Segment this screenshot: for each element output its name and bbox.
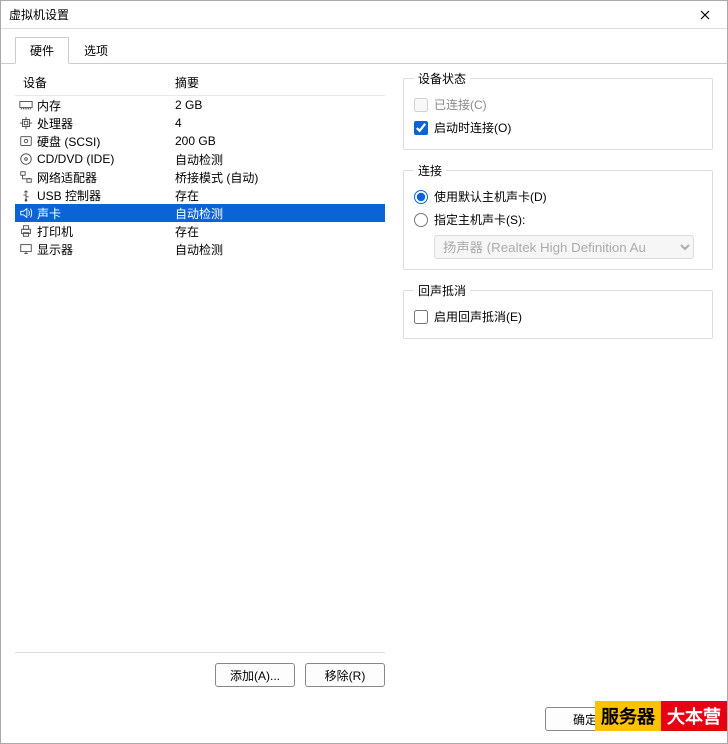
connect-on-start-label: 启动时连接(O) xyxy=(434,119,511,136)
device-list-header: 设备 摘要 xyxy=(15,72,385,96)
net-icon xyxy=(17,168,35,186)
echo-label: 启用回声抵消(E) xyxy=(434,308,522,325)
connect-on-start-checkbox[interactable] xyxy=(414,121,428,135)
device-summary: 存在 xyxy=(175,187,199,204)
device-summary: 2 GB xyxy=(175,98,202,112)
device-name: 硬盘 (SCSI) xyxy=(35,133,175,150)
device-name: 显示器 xyxy=(35,241,175,258)
usb-icon xyxy=(17,186,35,204)
device-status-legend: 设备状态 xyxy=(414,70,470,87)
device-name: 处理器 xyxy=(35,115,175,132)
device-row-disk[interactable]: 硬盘 (SCSI)200 GB xyxy=(15,132,385,150)
device-summary: 桥接模式 (自动) xyxy=(175,169,258,186)
device-row-usb[interactable]: USB 控制器存在 xyxy=(15,186,385,204)
use-default-label: 使用默认主机声卡(D) xyxy=(434,188,547,205)
device-status-group: 设备状态 已连接(C) 启动时连接(O) xyxy=(403,70,713,150)
specify-row[interactable]: 指定主机声卡(S): xyxy=(414,208,702,231)
cd-icon xyxy=(17,150,35,168)
header-device: 设备 xyxy=(23,74,175,91)
close-button[interactable] xyxy=(683,1,727,29)
echo-checkbox[interactable] xyxy=(414,310,428,324)
close-icon xyxy=(700,10,710,20)
connected-label: 已连接(C) xyxy=(434,96,487,113)
titlebar: 虚拟机设置 xyxy=(1,1,727,29)
specify-radio[interactable] xyxy=(414,213,428,227)
device-row-cd[interactable]: CD/DVD (IDE)自动检测 xyxy=(15,150,385,168)
connection-group: 连接 使用默认主机声卡(D) 指定主机声卡(S): 扬声器 (Realtek H… xyxy=(403,162,713,270)
connected-checkbox xyxy=(414,98,428,112)
device-name: 打印机 xyxy=(35,223,175,240)
device-row-net[interactable]: 网络适配器桥接模式 (自动) xyxy=(15,168,385,186)
device-pane: 设备 摘要 内存2 GB处理器4硬盘 (SCSI)200 GBCD/DVD (I… xyxy=(15,64,385,687)
specify-label: 指定主机声卡(S): xyxy=(434,211,525,228)
connected-row: 已连接(C) xyxy=(414,93,702,116)
window-title: 虚拟机设置 xyxy=(9,6,69,23)
echo-group: 回声抵消 启用回声抵消(E) xyxy=(403,282,713,339)
cpu-icon xyxy=(17,114,35,132)
device-row-memory[interactable]: 内存2 GB xyxy=(15,96,385,114)
tab-options[interactable]: 选项 xyxy=(69,37,123,63)
echo-legend: 回声抵消 xyxy=(414,282,470,299)
watermark: 服务器 大本营 xyxy=(595,701,727,731)
use-default-radio[interactable] xyxy=(414,190,428,204)
display-icon xyxy=(17,240,35,258)
disk-icon xyxy=(17,132,35,150)
device-row-cpu[interactable]: 处理器4 xyxy=(15,114,385,132)
tab-hardware[interactable]: 硬件 xyxy=(15,37,69,64)
detail-pane: 设备状态 已连接(C) 启动时连接(O) 连接 使用默认主机声卡(D) xyxy=(403,64,713,687)
device-summary: 自动检测 xyxy=(175,151,223,168)
device-name: USB 控制器 xyxy=(35,187,175,204)
device-list[interactable]: 内存2 GB处理器4硬盘 (SCSI)200 GBCD/DVD (IDE)自动检… xyxy=(15,96,385,653)
device-name: 内存 xyxy=(35,97,175,114)
tabs: 硬件 选项 xyxy=(1,29,727,63)
device-name: 网络适配器 xyxy=(35,169,175,186)
add-button[interactable]: 添加(A)... xyxy=(215,663,295,687)
printer-icon xyxy=(17,222,35,240)
device-row-sound[interactable]: 声卡自动检测 xyxy=(15,204,385,222)
echo-row[interactable]: 启用回声抵消(E) xyxy=(414,305,702,328)
device-summary: 200 GB xyxy=(175,134,216,148)
device-name: 声卡 xyxy=(35,205,175,222)
header-summary: 摘要 xyxy=(175,74,199,91)
device-summary: 自动检测 xyxy=(175,205,223,222)
watermark-b: 大本营 xyxy=(661,701,727,731)
connection-legend: 连接 xyxy=(414,162,446,179)
device-row-display[interactable]: 显示器自动检测 xyxy=(15,240,385,258)
sound-icon xyxy=(17,204,35,222)
memory-icon xyxy=(17,96,35,114)
watermark-a: 服务器 xyxy=(595,701,661,731)
remove-button[interactable]: 移除(R) xyxy=(305,663,385,687)
device-summary: 存在 xyxy=(175,223,199,240)
device-row-printer[interactable]: 打印机存在 xyxy=(15,222,385,240)
device-name: CD/DVD (IDE) xyxy=(35,152,175,166)
connect-on-start-row[interactable]: 启动时连接(O) xyxy=(414,116,702,139)
device-summary: 4 xyxy=(175,116,182,130)
device-summary: 自动检测 xyxy=(175,241,223,258)
host-sound-select: 扬声器 (Realtek High Definition Au xyxy=(434,235,694,259)
use-default-row[interactable]: 使用默认主机声卡(D) xyxy=(414,185,702,208)
